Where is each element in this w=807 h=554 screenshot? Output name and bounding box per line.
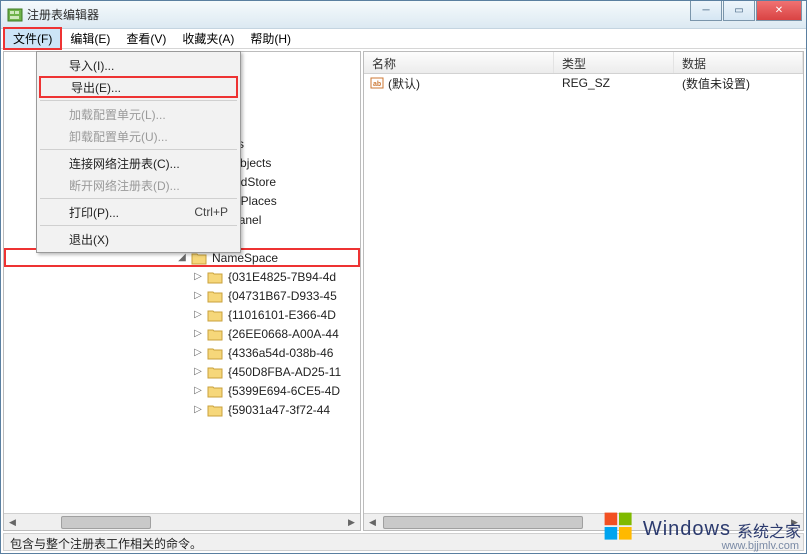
folder-icon — [207, 403, 223, 417]
column-name[interactable]: 名称 — [364, 52, 554, 73]
list-row[interactable]: ab (默认) REG_SZ (数值未设置) — [364, 74, 803, 92]
watermark-brand: Windows — [643, 518, 731, 541]
menu-view[interactable]: 查看(V) — [118, 29, 174, 48]
expander-icon[interactable]: ◢ — [176, 252, 188, 263]
tree-node[interactable]: {5399E694-6CE5-4D — [226, 384, 342, 398]
tree-horizontal-scrollbar[interactable]: ◀ ▶ — [4, 513, 360, 530]
watermark-sub: 系统之家 — [737, 518, 801, 542]
watermark-url: www.bjjmlv.com — [722, 540, 799, 552]
menu-favorites[interactable]: 收藏夹(A) — [174, 29, 242, 48]
tree-node[interactable]: {450D8FBA-AD25-11 — [226, 365, 343, 379]
value-data: (数值未设置) — [674, 75, 803, 92]
folder-icon — [207, 270, 223, 284]
tree-node[interactable]: {26EE0668-A00A-44 — [226, 327, 341, 341]
close-button[interactable]: ✕ — [756, 1, 802, 21]
value-name: (默认) — [388, 75, 420, 92]
registry-editor-window: 注册表编辑器 ─ ▭ ✕ 文件(F) 编辑(E) 查看(V) 收藏夹(A) 帮助… — [0, 0, 807, 554]
window-title: 注册表编辑器 — [27, 6, 99, 23]
window-controls: ─ ▭ ✕ — [689, 1, 802, 21]
menu-separator — [40, 149, 237, 150]
minimize-button[interactable]: ─ — [690, 1, 722, 21]
tree-node[interactable]: {59031a47-3f72-44 — [226, 403, 332, 417]
menu-help[interactable]: 帮助(H) — [242, 29, 299, 48]
column-type[interactable]: 类型 — [554, 52, 674, 73]
folder-icon — [207, 365, 223, 379]
menu-export[interactable]: 导出(E)... — [39, 76, 238, 98]
menu-edit[interactable]: 编辑(E) — [62, 29, 118, 48]
menu-file[interactable]: 文件(F) — [3, 27, 62, 50]
tree-node[interactable]: {11016101-E366-4D — [226, 308, 338, 322]
tree-node[interactable]: {04731B67-D933-45 — [226, 289, 339, 303]
tree-node[interactable]: {031E4825-7B94-4d — [226, 270, 338, 284]
expander-icon[interactable]: ▷ — [192, 328, 204, 339]
regedit-icon — [7, 7, 23, 23]
expander-icon[interactable]: ▷ — [192, 347, 204, 358]
menu-separator — [40, 225, 237, 226]
file-menu-dropdown: 导入(I)... 导出(E)... 加载配置单元(L)... 卸载配置单元(U)… — [36, 51, 241, 253]
menu-unload-hive: 卸载配置单元(U)... — [39, 125, 238, 147]
expander-icon[interactable]: ▷ — [192, 309, 204, 320]
folder-icon — [207, 346, 223, 360]
svg-text:ab: ab — [373, 81, 381, 88]
column-data[interactable]: 数据 — [674, 52, 803, 73]
title-bar[interactable]: 注册表编辑器 ─ ▭ ✕ — [1, 1, 806, 29]
expander-icon[interactable]: ▷ — [192, 385, 204, 396]
menu-bar: 文件(F) 编辑(E) 查看(V) 收藏夹(A) 帮助(H) — [1, 29, 806, 49]
list-body: ab (默认) REG_SZ (数值未设置) — [364, 74, 803, 530]
menu-print[interactable]: 打印(P)...Ctrl+P — [39, 201, 238, 223]
menu-exit[interactable]: 退出(X) — [39, 228, 238, 250]
list-header: 名称 类型 数据 — [364, 52, 803, 74]
menu-import[interactable]: 导入(I)... — [39, 54, 238, 76]
value-type: REG_SZ — [554, 76, 674, 90]
menu-load-hive: 加载配置单元(L)... — [39, 103, 238, 125]
menu-separator — [40, 100, 237, 101]
expander-icon[interactable]: ▷ — [192, 271, 204, 282]
maximize-button[interactable]: ▭ — [723, 1, 755, 21]
expander-icon[interactable]: ▷ — [192, 404, 204, 415]
reg-string-icon: ab — [370, 76, 384, 90]
windows-logo-icon — [601, 509, 637, 550]
expander-icon[interactable]: ▷ — [192, 290, 204, 301]
menu-disconnect: 断开网络注册表(D)... — [39, 174, 238, 196]
values-list-pane[interactable]: 名称 类型 数据 ab (默认) REG_SZ (数值未设置) ◀ ▶ — [363, 51, 804, 531]
tree-node[interactable]: {4336a54d-038b-46 — [226, 346, 335, 360]
expander-icon[interactable]: ▷ — [192, 366, 204, 377]
menu-connect[interactable]: 连接网络注册表(C)... — [39, 152, 238, 174]
folder-icon — [207, 327, 223, 341]
folder-icon — [207, 384, 223, 398]
folder-icon — [207, 308, 223, 322]
shortcut-label: Ctrl+P — [194, 205, 228, 219]
menu-separator — [40, 198, 237, 199]
watermark: Windows 系统之家 www.bjjmlv.com — [601, 509, 801, 550]
folder-icon — [207, 289, 223, 303]
